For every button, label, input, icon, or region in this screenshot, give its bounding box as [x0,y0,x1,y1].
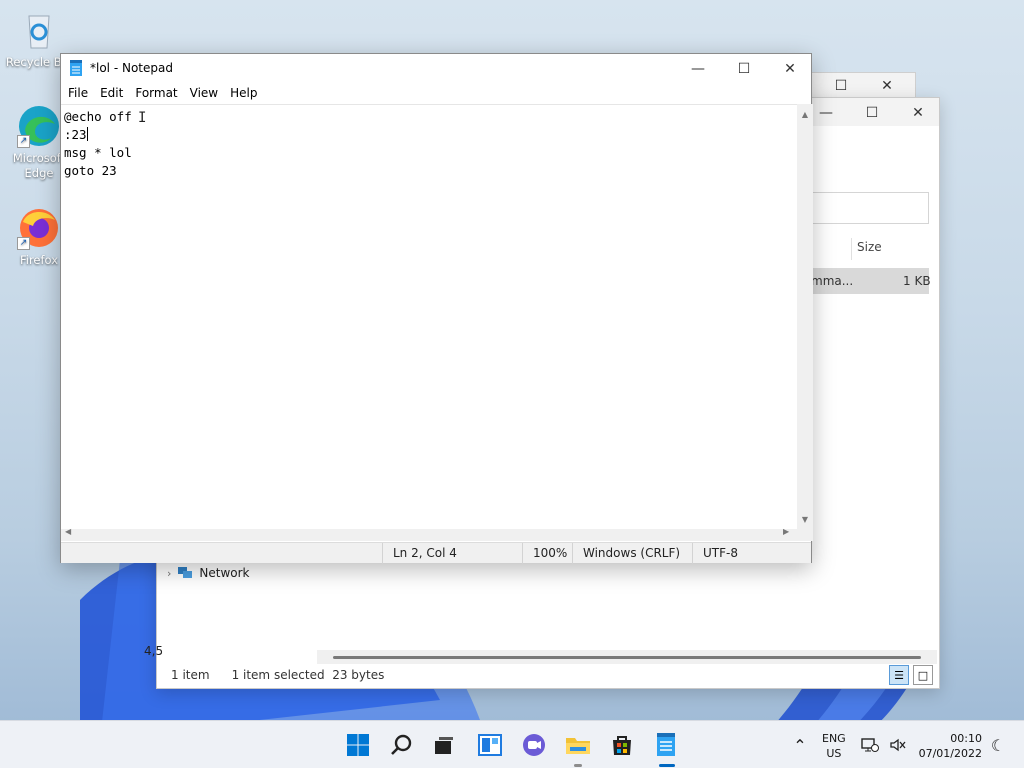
text-line: @echo off [64,109,132,124]
chevron-right-icon[interactable]: › [167,567,171,580]
maximize-icon[interactable]: ☐ [849,98,895,128]
task-view-button[interactable] [428,729,460,761]
scrollbar-corner [797,529,813,541]
menu-edit[interactable]: Edit [95,86,128,100]
column-header-size[interactable]: Size [857,240,882,254]
menu-view[interactable]: View [185,86,223,100]
task-view-icon [435,737,453,754]
text-line: goto 23 [64,163,117,178]
scroll-down-icon[interactable]: ▼ [797,511,813,527]
text-line-current: :23 [64,126,132,144]
view-toggle: ☰ □ [889,665,933,685]
notepad-titlebar[interactable]: *lol - Notepad — ☐ ✕ [61,54,811,82]
window-title: *lol - Notepad [90,61,173,75]
nav-item-network[interactable]: › Network [167,566,250,580]
text-editor[interactable]: @echo off :23 msg * lol goto 23 I [61,104,797,529]
horizontal-scrollbar[interactable]: ◀ ▶ [61,527,797,541]
widgets-button[interactable] [474,729,506,761]
status-zoom: 100% [522,543,572,564]
network-tray-button[interactable] [858,729,882,761]
clipped-text: 4,5 [144,644,164,658]
file-row-name: mma... [811,274,854,288]
store-icon [613,736,631,755]
editor-content[interactable]: @echo off :23 msg * lol goto 23 [64,108,132,180]
vertical-scrollbar[interactable]: ▲ ▼ [797,104,813,529]
tray-overflow-button[interactable]: ⌃ [784,729,816,761]
nav-item-label: Network [199,566,250,580]
chat-button[interactable] [518,729,550,761]
windows-logo-icon [347,734,369,756]
store-button[interactable] [606,729,638,761]
menu-help[interactable]: Help [225,86,262,100]
menu-file[interactable]: File [63,86,93,100]
folder-icon [566,738,590,754]
text-caret [86,127,88,141]
notepad-icon [657,733,675,756]
status-line-ending: Windows (CRLF) [572,543,692,564]
file-explorer-button[interactable] [562,729,594,761]
focus-assist-button[interactable]: ☾ [986,729,1010,761]
status-item-count: 1 item [171,668,210,682]
explorer-window-back[interactable]: ☐ ✕ [810,72,916,100]
clock-date: 07/01/2022 [918,747,982,760]
large-icons-view-icon[interactable]: □ [913,665,933,685]
clock[interactable]: 00:10 07/01/2022 [918,731,982,761]
keyboard-layout: US [826,747,842,760]
chevron-up-icon: ⌃ [793,735,807,755]
widgets-icon [478,734,502,756]
text-line: msg * lol [64,145,132,160]
language-code: ENG [822,732,846,745]
text-line: :23 [64,127,87,142]
recycle-bin-icon [17,8,61,52]
menu-bar: File Edit Format View Help [61,82,811,104]
file-row-size: 1 KB [903,274,931,288]
scroll-left-icon[interactable]: ◀ [65,527,71,536]
column-separator [851,238,852,260]
active-indicator [659,764,675,767]
notepad-app-icon [70,60,82,76]
status-encoding: UTF-8 [692,543,811,564]
details-view-icon[interactable]: ☰ [889,665,909,685]
moon-icon: ☾ [990,735,1006,755]
status-position: Ln 2, Col 4 [382,543,522,564]
search-button[interactable] [386,729,418,761]
scroll-thumb[interactable] [333,656,921,659]
network-icon [178,567,193,578]
menu-format[interactable]: Format [130,86,182,100]
scroll-up-icon[interactable]: ▲ [797,106,813,122]
close-icon[interactable]: ✕ [895,98,941,128]
notepad-window[interactable]: *lol - Notepad — ☐ ✕ File Edit Format Vi… [60,53,813,564]
network-status-icon [861,738,879,752]
volume-tray-button[interactable] [886,729,910,761]
chat-icon [523,734,545,756]
ibeam-cursor-icon: I [138,110,147,126]
notepad-taskbar-button[interactable] [650,729,682,761]
start-button[interactable] [342,729,374,761]
language-indicator[interactable]: ENG US [822,731,846,761]
minimize-icon[interactable]: — [675,54,721,84]
clock-time: 00:10 [950,732,982,745]
maximize-icon[interactable]: ☐ [721,54,767,84]
search-icon [391,734,412,755]
firefox-icon: ↗ [17,206,61,250]
explorer-status-bar: 1 item 1 item selected 23 bytes [157,662,939,688]
close-icon[interactable]: ✕ [767,54,813,84]
status-selected: 1 item selected 23 bytes [231,668,385,682]
scroll-right-icon[interactable]: ▶ [783,527,789,536]
notepad-status-bar: Ln 2, Col 4 100% Windows (CRLF) UTF-8 [61,542,811,564]
running-indicator [574,764,582,767]
shortcut-arrow-icon: ↗ [17,135,30,148]
shortcut-arrow-icon: ↗ [17,237,30,250]
edge-icon: ↗ [17,104,61,148]
taskbar: ⌃ ENG US 00:10 07/01/2022 ☾ [0,720,1024,768]
volume-muted-icon [890,738,906,752]
address-bar[interactable] [811,192,929,224]
